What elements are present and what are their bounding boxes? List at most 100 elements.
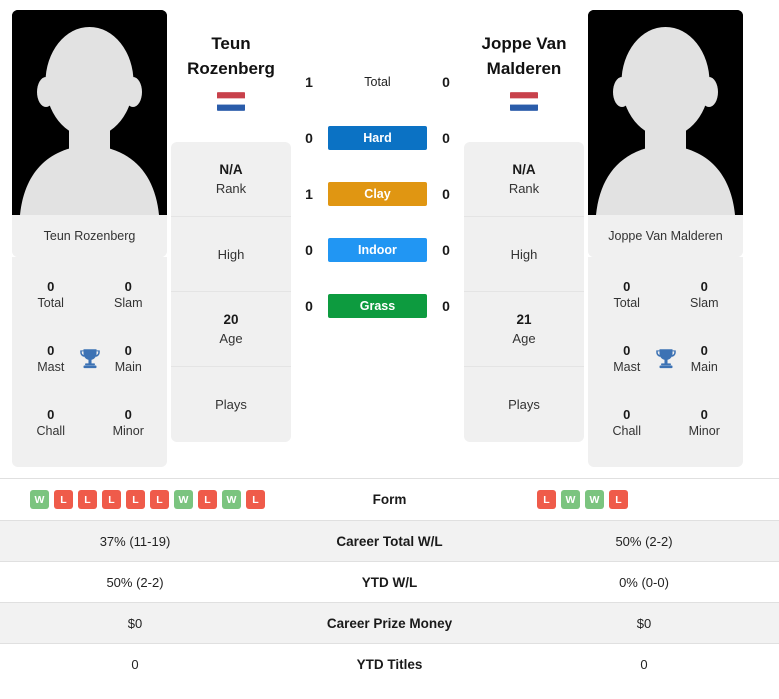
title-stat-label: Chall bbox=[36, 424, 66, 439]
table-row-ytd-titles: 0 YTD Titles 0 bbox=[0, 643, 779, 684]
h2h-left-score: 0 bbox=[305, 242, 313, 258]
h2h-left-score: 0 bbox=[305, 298, 313, 314]
right-form-badges: LWWL bbox=[509, 490, 779, 509]
h2h-row-hard: 0 Hard 0 bbox=[295, 124, 460, 152]
right-ytd-titles: 0 bbox=[640, 656, 648, 672]
right-player-info-column: Joppe Van Malderen N/A Rank High 21 Age bbox=[464, 10, 584, 478]
title-stat-label: Chall bbox=[612, 424, 642, 439]
title-stat-minor: 0 Minor bbox=[666, 391, 744, 455]
form-badge-loss: L bbox=[54, 490, 73, 509]
h2h-surface-badge-hard[interactable]: Hard bbox=[328, 126, 427, 150]
title-stat-value: 0 bbox=[623, 342, 631, 358]
title-stat-label: Main bbox=[114, 360, 142, 375]
h2h-row-total: 1 Total 0 bbox=[295, 68, 460, 96]
form-badge-win: W bbox=[585, 490, 604, 509]
right-age-value: 21 bbox=[516, 311, 532, 327]
title-stat-value: 0 bbox=[700, 342, 708, 358]
right-rank-label: Rank bbox=[508, 180, 540, 196]
h2h-comparison-page: Teun Rozenberg 0 Total 0 Slam 0 Mast 0 M… bbox=[0, 0, 779, 699]
trophy-icon bbox=[655, 349, 676, 369]
title-stat-chall: 0 Chall bbox=[12, 391, 90, 455]
right-career-prize-money: $0 bbox=[636, 615, 652, 631]
title-stat-value: 0 bbox=[124, 342, 132, 358]
table-row-career-prize-money: $0 Career Prize Money $0 bbox=[0, 602, 779, 643]
left-player-info-column: Teun Rozenberg N/A Rank High 20 Age Play… bbox=[171, 10, 291, 478]
title-stat-chall: 0 Chall bbox=[588, 391, 666, 455]
form-badge-win: W bbox=[174, 490, 193, 509]
right-high-row: High bbox=[464, 217, 584, 293]
left-player-photo-card: Teun Rozenberg bbox=[12, 10, 167, 257]
h2h-row-grass: 0 Grass 0 bbox=[295, 292, 460, 320]
left-rank-value: N/A bbox=[219, 161, 243, 177]
title-stat-value: 0 bbox=[47, 406, 55, 422]
h2h-surface-badge-grass[interactable]: Grass bbox=[328, 294, 427, 318]
players-overview: Teun Rozenberg 0 Total 0 Slam 0 Mast 0 M… bbox=[0, 0, 779, 478]
form-badge-loss: L bbox=[246, 490, 265, 509]
form-badge-loss: L bbox=[126, 490, 145, 509]
form-badge-win: W bbox=[30, 490, 49, 509]
row-label-ytd-wl: YTD W/L bbox=[361, 574, 418, 590]
right-player-photo-caption: Joppe Van Malderen bbox=[588, 215, 743, 257]
left-rank-label: Rank bbox=[215, 180, 247, 196]
title-stat-value: 0 bbox=[700, 406, 708, 422]
form-badge-loss: L bbox=[78, 490, 97, 509]
right-player-photo-card: Joppe Van Malderen bbox=[588, 10, 743, 257]
right-age-label: Age bbox=[512, 330, 536, 346]
title-stat-value: 0 bbox=[700, 278, 708, 294]
left-form-cell: WLLLLLWLWL bbox=[0, 490, 270, 509]
left-player-photo-column: Teun Rozenberg 0 Total 0 Slam 0 Mast 0 M… bbox=[12, 10, 167, 478]
h2h-surface-label-total: Total bbox=[364, 75, 391, 89]
row-label-career-prize-money: Career Prize Money bbox=[326, 615, 453, 631]
title-stat-value: 0 bbox=[47, 342, 55, 358]
title-stat-total: 0 Total bbox=[588, 263, 666, 327]
row-label-ytd-titles: YTD Titles bbox=[356, 656, 423, 672]
title-stat-value: 0 bbox=[124, 406, 132, 422]
h2h-left-score: 1 bbox=[305, 186, 313, 202]
h2h-right-score: 0 bbox=[442, 130, 450, 146]
title-stat-label: Main bbox=[690, 360, 718, 375]
person-silhouette-icon bbox=[12, 10, 167, 215]
h2h-right-score: 0 bbox=[442, 186, 450, 202]
left-player-photo bbox=[12, 10, 167, 215]
form-badge-loss: L bbox=[150, 490, 169, 509]
title-stat-total: 0 Total bbox=[12, 263, 90, 327]
left-form-badges: WLLLLLWLWL bbox=[0, 490, 270, 509]
right-player-name-line1: Joppe Van bbox=[481, 34, 567, 53]
title-stat-label: Total bbox=[613, 296, 640, 311]
h2h-surface-badge-clay[interactable]: Clay bbox=[328, 182, 427, 206]
h2h-row-clay: 1 Clay 0 bbox=[295, 180, 460, 208]
right-player-photo-column: Joppe Van Malderen 0 Total 0 Slam 0 Mast bbox=[588, 10, 743, 478]
form-badge-win: W bbox=[561, 490, 580, 509]
left-titles-grid: 0 Total 0 Slam 0 Mast 0 Main 0 Chall 0 M… bbox=[12, 263, 167, 455]
title-stat-value: 0 bbox=[47, 278, 55, 294]
right-ytd-wl: 0% (0-0) bbox=[619, 574, 669, 590]
left-player-name-line1: Teun bbox=[211, 34, 251, 53]
right-career-total-wl: 50% (2-2) bbox=[615, 533, 673, 549]
right-titles-grid: 0 Total 0 Slam 0 Mast 0 Main 0 Chall 0 M… bbox=[588, 263, 743, 455]
h2h-surface-badge-indoor[interactable]: Indoor bbox=[328, 238, 427, 262]
left-age-row: 20 Age bbox=[171, 292, 291, 368]
title-stat-value: 0 bbox=[623, 278, 631, 294]
h2h-left-score: 0 bbox=[305, 130, 313, 146]
row-label-career-total-wl: Career Total W/L bbox=[336, 533, 443, 549]
left-plays-label: Plays bbox=[215, 397, 247, 413]
table-row-form: WLLLLLWLWL Form LWWL bbox=[0, 478, 779, 520]
title-stat-label: Mast bbox=[37, 360, 65, 375]
right-player-titles-card: 0 Total 0 Slam 0 Mast 0 Main 0 Chall 0 M… bbox=[588, 257, 743, 467]
h2h-right-score: 0 bbox=[442, 242, 450, 258]
h2h-row-indoor: 0 Indoor 0 bbox=[295, 236, 460, 264]
left-ytd-wl: 50% (2-2) bbox=[106, 574, 164, 590]
title-stat-label: Slam bbox=[114, 296, 143, 311]
left-ytd-titles: 0 bbox=[131, 656, 139, 672]
left-player-info-card: N/A Rank High 20 Age Plays bbox=[171, 142, 291, 443]
table-row-career-total-wl: 37% (11-19) Career Total W/L 50% (2-2) bbox=[0, 520, 779, 561]
title-stat-minor: 0 Minor bbox=[90, 391, 168, 455]
right-plays-row: Plays bbox=[464, 367, 584, 442]
title-stat-label: Slam bbox=[690, 296, 719, 311]
right-player-photo bbox=[588, 10, 743, 215]
form-badge-win: W bbox=[222, 490, 241, 509]
left-age-value: 20 bbox=[223, 311, 239, 327]
left-player-name-line2: Rozenberg bbox=[187, 58, 275, 78]
right-rank-row: N/A Rank bbox=[464, 142, 584, 218]
h2h-left-score: 1 bbox=[305, 74, 313, 90]
